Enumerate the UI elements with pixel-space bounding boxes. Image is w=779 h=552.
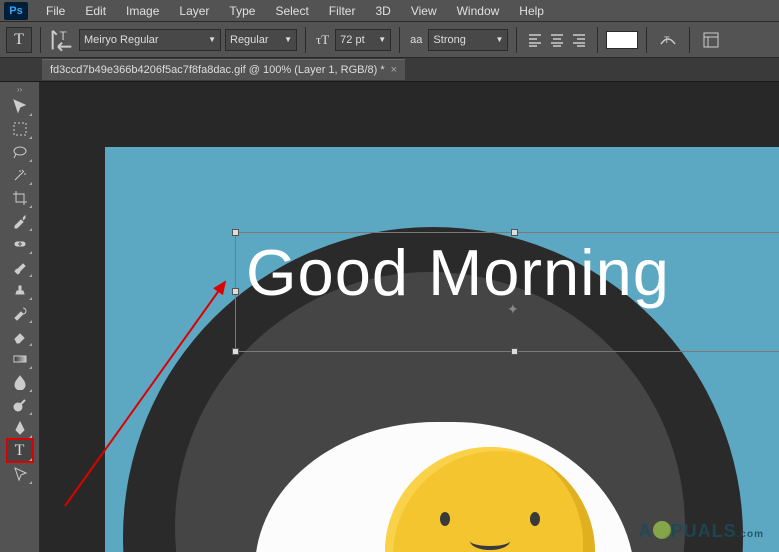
eye-icon [440,512,450,526]
magic-wand-tool[interactable] [7,163,33,186]
divider [40,27,41,53]
divider [689,27,690,53]
svg-text:T: T [664,35,670,45]
clone-stamp-tool[interactable] [7,278,33,301]
text-orientation-toggle[interactable]: T [49,27,75,53]
collapse-toggle[interactable]: ›› [2,84,38,94]
align-center-button[interactable] [547,30,567,50]
menu-type[interactable]: Type [219,2,265,20]
crop-tool[interactable] [7,186,33,209]
antialias-value: Strong [433,34,465,46]
resize-handle[interactable] [511,229,518,236]
menu-view[interactable]: View [401,2,447,20]
font-style-dropdown[interactable]: Regular ▼ [225,29,297,51]
menu-file[interactable]: File [36,2,75,20]
text-color-swatch[interactable] [606,31,638,49]
chevron-down-icon: ▼ [284,35,292,44]
font-size-dropdown[interactable]: 72 pt ▼ [335,29,391,51]
menu-3d[interactable]: 3D [365,2,400,20]
resize-handle[interactable] [232,348,239,355]
font-size-icon: τT [316,32,329,48]
document-tab-bar: fd3ccd7b49e366b4206f5ac7f8fa8dac.gif @ 1… [0,58,779,82]
document-tab-title: fd3ccd7b49e366b4206f5ac7f8fa8dac.gif @ 1… [50,64,385,76]
healing-brush-tool[interactable] [7,232,33,255]
watermark: APUALS.com [639,521,764,542]
svg-text:T: T [59,29,67,43]
font-size-value: 72 pt [340,34,364,46]
text-bounding-box[interactable]: Good Morning ✦ [235,232,779,352]
menu-image[interactable]: Image [116,2,169,20]
gradient-tool[interactable] [7,347,33,370]
blur-tool[interactable] [7,370,33,393]
character-panel-button[interactable] [698,27,724,53]
mouth-icon [470,532,510,550]
divider [597,27,598,53]
artwork-face [425,512,555,550]
eye-icon [530,512,540,526]
warp-text-button[interactable]: T [655,27,681,53]
path-selection-tool[interactable] [7,462,33,485]
move-tool[interactable] [7,94,33,117]
close-tab-button[interactable]: × [391,64,397,76]
menu-bar: Ps File Edit Image Layer Type Select Fil… [0,0,779,22]
canvas-viewport[interactable]: Good Morning ✦ APUALS.com [40,82,779,552]
brush-tool[interactable] [7,255,33,278]
menu-window[interactable]: Window [447,2,510,20]
lasso-tool[interactable] [7,140,33,163]
resize-handle[interactable] [232,229,239,236]
divider [516,27,517,53]
menu-filter[interactable]: Filter [319,2,366,20]
font-family-value: Meiryo Regular [84,34,159,46]
options-bar: T T Meiryo Regular ▼ Regular ▼ τT 72 pt ▼ a… [0,22,779,58]
workspace: ›› T Good Morning [0,82,779,552]
divider [305,27,306,53]
align-left-button[interactable] [525,30,545,50]
history-brush-tool[interactable] [7,301,33,324]
font-family-dropdown[interactable]: Meiryo Regular ▼ [79,29,221,51]
chevron-down-icon: ▼ [496,35,504,44]
antialias-icon: aa [410,34,422,46]
dodge-tool[interactable] [7,393,33,416]
menu-layer[interactable]: Layer [169,2,219,20]
text-align-group [525,30,589,50]
chevron-down-icon: ▼ [208,35,216,44]
eyedropper-tool[interactable] [7,209,33,232]
align-right-button[interactable] [569,30,589,50]
menu-edit[interactable]: Edit [75,2,116,20]
font-style-value: Regular [230,34,269,46]
resize-handle[interactable] [232,288,239,295]
chevron-down-icon: ▼ [378,35,386,44]
tools-panel: ›› T [0,82,40,552]
resize-handle[interactable] [511,348,518,355]
text-layer-content[interactable]: Good Morning [236,233,779,312]
document-tab[interactable]: fd3ccd7b49e366b4206f5ac7f8fa8dac.gif @ 1… [42,59,405,80]
document-canvas[interactable]: Good Morning ✦ APUALS.com [105,147,779,552]
divider [646,27,647,53]
app-logo: Ps [4,2,28,20]
marquee-tool[interactable] [7,117,33,140]
divider [399,27,400,53]
tool-preset-picker[interactable]: T [6,27,32,53]
type-tool[interactable]: T [7,439,33,462]
pen-tool[interactable] [7,416,33,439]
antialias-dropdown[interactable]: Strong ▼ [428,29,508,51]
menu-help[interactable]: Help [509,2,554,20]
menu-select[interactable]: Select [265,2,318,20]
eraser-tool[interactable] [7,324,33,347]
